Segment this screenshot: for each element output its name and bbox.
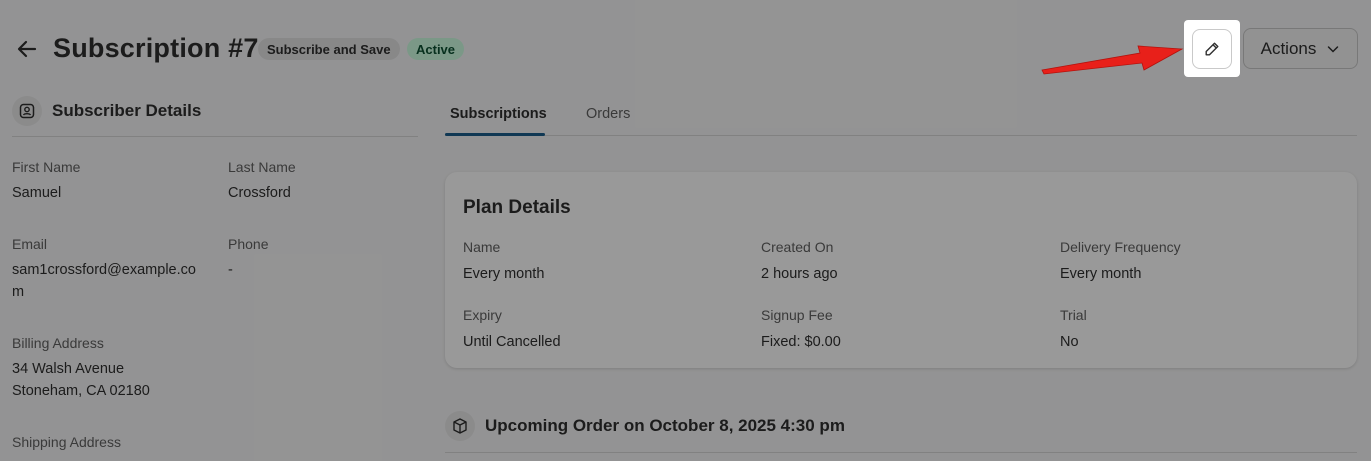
edit-button-highlight (1184, 20, 1240, 77)
actions-label: Actions (1260, 38, 1317, 58)
chevron-down-icon (1328, 45, 1339, 53)
shipping-address-label: Shipping Address (12, 434, 121, 450)
trial-value: No (1060, 334, 1079, 350)
email-label: Email (12, 236, 48, 252)
user-badge-icon (12, 96, 42, 126)
annotation-arrow-icon (1041, 45, 1184, 75)
last-name-label: Last Name (228, 159, 296, 175)
arrow-left-icon (17, 40, 37, 58)
phone-label: Phone (228, 236, 269, 252)
divider (12, 136, 418, 137)
upcoming-order-title: Upcoming Order on October 8, 2025 4:30 p… (485, 416, 845, 435)
billing-address-line1: 34 Walsh Avenue (12, 361, 125, 377)
tab-orders[interactable]: Orders (586, 106, 630, 122)
last-name-value: Crossford (228, 185, 291, 201)
upcoming-order-header: Upcoming Order on October 8, 2025 4:30 p… (445, 411, 845, 441)
plan-details-title: Plan Details (463, 197, 571, 218)
edit-button[interactable] (1192, 29, 1232, 69)
billing-address-label: Billing Address (12, 335, 104, 351)
signup-fee-label: Signup Fee (761, 307, 833, 323)
created-on-value: 2 hours ago (761, 266, 838, 282)
plan-name-label: Name (463, 239, 501, 255)
email-value-line2: m (12, 284, 25, 300)
trial-label: Trial (1060, 307, 1087, 323)
actions-button[interactable]: Actions (1243, 28, 1358, 69)
tab-subscriptions[interactable]: Subscriptions (450, 106, 547, 122)
status-badge: Active (407, 38, 465, 60)
phone-value: - (228, 262, 233, 278)
subscriber-details-header: Subscriber Details (12, 96, 201, 126)
divider (445, 452, 1357, 453)
page-title: Subscription #7 (53, 33, 259, 63)
plan-name-value: Every month (463, 266, 545, 282)
delivery-frequency-label: Delivery Frequency (1060, 239, 1181, 255)
active-tab-indicator (445, 133, 545, 136)
package-icon (445, 411, 475, 441)
signup-fee-value: Fixed: $0.00 (761, 334, 841, 350)
created-on-label: Created On (761, 239, 834, 255)
delivery-frequency-value: Every month (1060, 266, 1142, 282)
billing-address-line2: Stoneham, CA 02180 (12, 383, 150, 399)
subscription-page: Subscription #7 Subscribe and Save Activ… (0, 0, 1371, 461)
back-button[interactable] (14, 36, 40, 62)
subscriber-details-title: Subscriber Details (52, 101, 202, 120)
tabs-divider (445, 135, 1357, 136)
expiry-label: Expiry (463, 307, 502, 323)
plan-badge: Subscribe and Save (258, 38, 400, 60)
plan-details-card: Plan Details Name Every month Created On… (445, 172, 1357, 368)
first-name-value: Samuel (12, 185, 62, 201)
first-name-label: First Name (12, 159, 81, 175)
expiry-value: Until Cancelled (463, 334, 561, 350)
email-value-line1: sam1crossford@example.co (12, 262, 196, 278)
pencil-icon (1205, 42, 1219, 56)
